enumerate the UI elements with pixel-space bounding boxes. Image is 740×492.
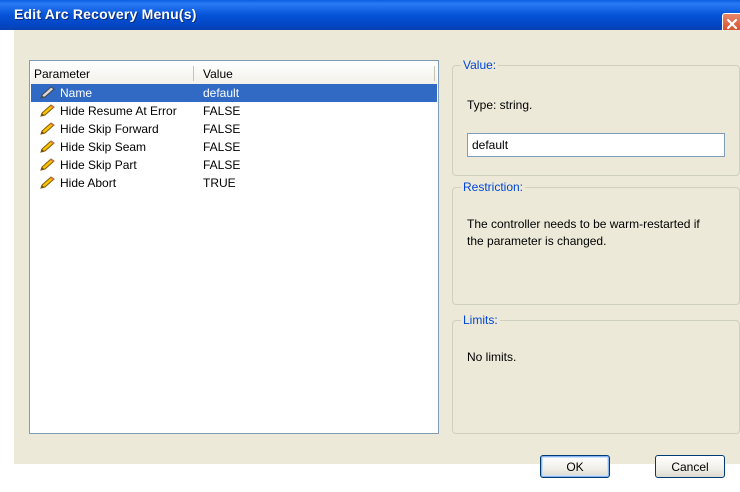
restriction-group: Restriction: The controller needs to be …: [452, 180, 740, 305]
dialog-body: Parameter Value Name default Hide Resume A…: [14, 30, 740, 478]
row-parameter: Hide Skip Forward: [60, 122, 159, 136]
row-value: default: [203, 86, 240, 100]
column-header-value[interactable]: Value: [203, 67, 233, 81]
type-label: Type: string.: [467, 98, 533, 112]
row-parameter: Hide Abort: [60, 176, 117, 190]
pencil-icon: [40, 104, 55, 117]
pencil-icon: [40, 122, 55, 135]
table-row[interactable]: Hide Skip Forward FALSE: [31, 120, 437, 138]
column-divider[interactable]: [193, 66, 194, 81]
restriction-text-line2: the parameter is changed.: [467, 234, 607, 248]
table-row[interactable]: Hide Skip Part FALSE: [31, 156, 437, 174]
limits-group-legend: Limits:: [461, 313, 500, 327]
value-group-legend: Value:: [461, 58, 499, 72]
parameter-list[interactable]: Parameter Value Name default Hide Resume A…: [29, 60, 439, 434]
close-icon: [726, 18, 738, 30]
restriction-text-line1: The controller needs to be warm-restarte…: [467, 217, 700, 231]
value-group: Value: Type: string.: [452, 58, 740, 176]
list-header: Parameter Value: [31, 62, 437, 85]
column-header-parameter[interactable]: Parameter: [34, 67, 90, 81]
pencil-icon: [40, 176, 55, 189]
table-row[interactable]: Name default: [31, 84, 437, 102]
row-value: TRUE: [203, 176, 236, 190]
restriction-group-legend: Restriction:: [461, 180, 526, 194]
table-row[interactable]: Hide Abort TRUE: [31, 174, 437, 192]
title-bar[interactable]: Edit Arc Recovery Menu(s): [0, 0, 740, 35]
row-parameter: Hide Skip Part: [60, 158, 137, 172]
window-title: Edit Arc Recovery Menu(s): [14, 6, 197, 22]
ok-button[interactable]: OK: [540, 455, 610, 478]
row-value: FALSE: [203, 104, 241, 118]
row-parameter: Name: [60, 86, 93, 100]
row-parameter: Hide Resume At Error: [60, 104, 177, 118]
limits-group: Limits: No limits.: [452, 313, 740, 434]
pencil-icon: [40, 158, 55, 171]
cancel-button[interactable]: Cancel: [655, 455, 725, 478]
table-row[interactable]: Hide Skip Seam FALSE: [31, 138, 437, 156]
table-row[interactable]: Hide Resume At Error FALSE: [31, 102, 437, 120]
row-value: FALSE: [203, 122, 241, 136]
column-divider-end[interactable]: [434, 66, 435, 81]
value-input[interactable]: [467, 133, 725, 157]
pencil-icon: [40, 86, 55, 99]
row-value: FALSE: [203, 158, 241, 172]
pencil-icon: [40, 140, 55, 153]
row-value: FALSE: [203, 140, 241, 154]
limits-text: No limits.: [467, 350, 517, 364]
row-parameter: Hide Skip Seam: [60, 140, 147, 154]
